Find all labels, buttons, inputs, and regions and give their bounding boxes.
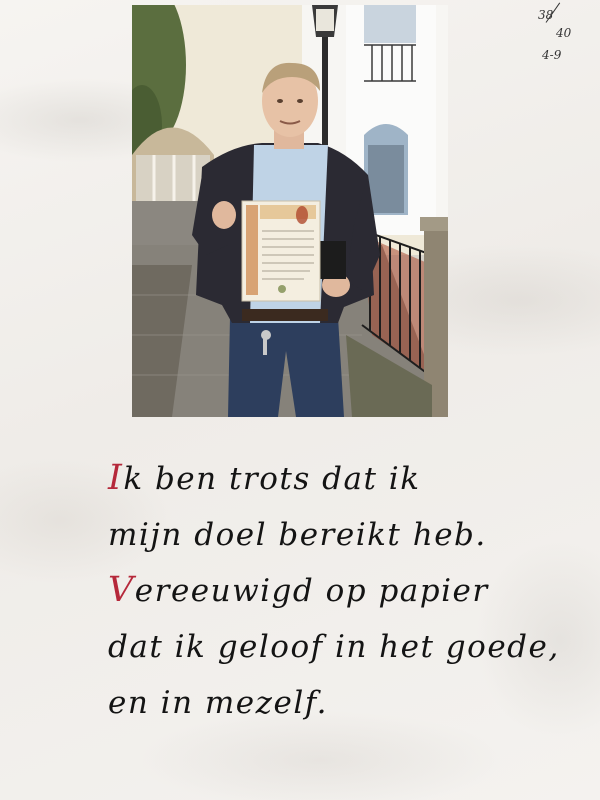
caption-line-text: k ben trots dat ik xyxy=(123,461,421,497)
caption-line-text: dat ik geloof in het goede, xyxy=(108,629,560,665)
caption-line-text: ereeuwigd op papier xyxy=(134,573,489,609)
caption-line: en in mezelf. xyxy=(108,674,578,730)
photo xyxy=(132,5,448,417)
caption-line: Vereeuwigd op papier xyxy=(108,562,578,618)
caption-line-text: en in mezelf. xyxy=(108,685,328,721)
decorated-initial: I xyxy=(108,458,124,498)
handwritten-caption: Ik ben trots dat ik mijn doel bereikt he… xyxy=(108,450,578,730)
caption-line-text: mijn doel bereikt heb. xyxy=(108,517,487,553)
page-date: 4-9 xyxy=(542,48,562,62)
decorated-initial: V xyxy=(108,570,135,610)
caption-line: dat ik geloof in het goede, xyxy=(108,618,578,674)
photo-illustration xyxy=(132,5,448,417)
caption-line: Ik ben trots dat ik xyxy=(108,450,578,506)
caption-line: mijn doel bereikt heb. xyxy=(108,506,578,562)
page-total: 40 xyxy=(556,26,572,40)
page-number-mark: 38 40 4-9 xyxy=(534,2,580,64)
